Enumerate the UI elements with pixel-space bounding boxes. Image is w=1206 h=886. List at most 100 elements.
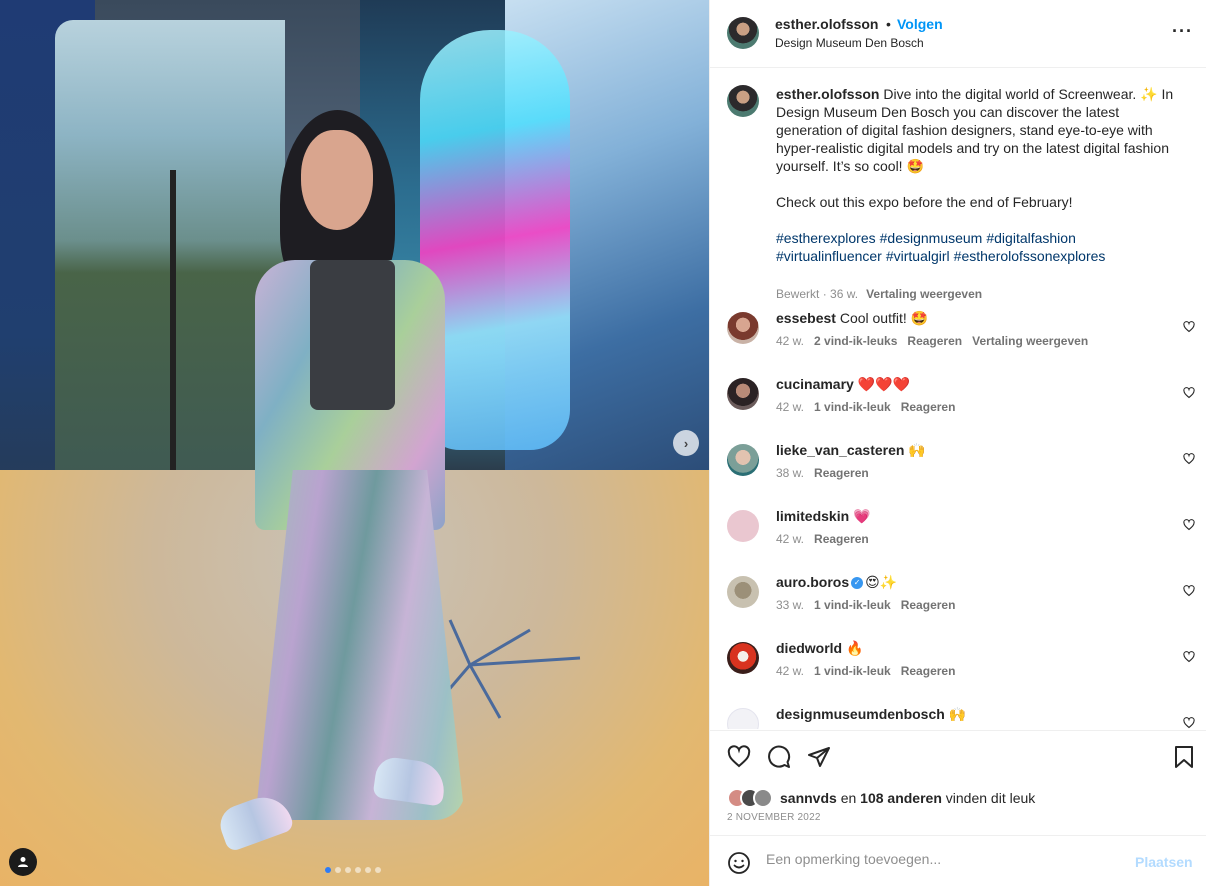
comment-input[interactable] (766, 851, 1126, 867)
comment-username[interactable]: auro.boros (776, 574, 849, 590)
author-username[interactable]: esther.olofsson (775, 16, 878, 32)
heart-icon[interactable] (1183, 717, 1195, 729)
more-options-button[interactable]: ··· (1172, 22, 1192, 44)
comment-avatar[interactable] (727, 378, 759, 410)
post-location[interactable]: Design Museum Den Bosch (775, 36, 924, 50)
comment-translate-link[interactable]: Vertaling weergeven (972, 334, 1088, 348)
comment-item: designmuseumdenbosch 🙌 (727, 706, 1197, 729)
heart-icon[interactable] (1183, 453, 1195, 465)
hashtag-link[interactable]: #designmuseum (880, 230, 983, 246)
likes-text: sannvds en 108 anderen vinden dit leuk (780, 790, 1035, 806)
smiley-icon[interactable] (727, 851, 751, 875)
chevron-right-icon: › (683, 435, 689, 451)
comment-text-row: limitedskin 💗 (776, 508, 870, 525)
follow-button[interactable]: Volgen (897, 16, 943, 32)
caption-text-block: esther.olofsson Dive into the digital wo… (776, 85, 1186, 211)
author-avatar[interactable] (727, 17, 759, 49)
comment-item: lieke_van_casteren 🙌 38 w. Reageren (727, 442, 1197, 492)
caption-translate-link[interactable]: Vertaling weergeven (866, 287, 982, 301)
bookmark-icon[interactable] (1173, 745, 1195, 769)
comment-text-row: diedworld 🔥 (776, 640, 863, 657)
post-media[interactable]: › (0, 0, 709, 886)
send-icon[interactable] (807, 745, 831, 769)
comments-list[interactable]: esther.olofsson Dive into the digital wo… (710, 69, 1206, 729)
hashtag-link[interactable]: #digitalfashion (986, 230, 1076, 246)
caption-username[interactable]: esther.olofsson (776, 86, 879, 102)
comment-avatar[interactable] (727, 576, 759, 608)
comment-text-row: auro.boros ✓ 😍✨ (776, 574, 897, 591)
heart-icon[interactable] (1183, 519, 1195, 531)
comment-text: Cool outfit! 🤩 (839, 310, 929, 326)
comment-reply-button[interactable]: Reageren (901, 400, 956, 414)
post-photo (0, 0, 709, 886)
likes-connector: en (840, 790, 857, 806)
add-comment-bar: Plaatsen (710, 835, 1206, 886)
likes-others-link[interactable]: 108 anderen (860, 790, 942, 806)
user-tag-button[interactable] (9, 848, 37, 876)
comment-age: 42 w. (776, 400, 805, 414)
heart-icon[interactable] (1183, 387, 1195, 399)
verified-badge-icon: ✓ (851, 577, 864, 590)
hashtag-link[interactable]: #virtualgirl (886, 248, 950, 264)
comment-likes-link[interactable]: 1 vind-ik-leuk (814, 400, 891, 414)
comment-avatar[interactable] (727, 642, 759, 674)
caption-text: Dive into the digital world of Screenwea… (776, 86, 1174, 210)
comment-meta: 38 w. Reageren (776, 466, 869, 480)
likes-suffix: vinden dit leuk (945, 790, 1036, 806)
comment-item: limitedskin 💗 42 w. Reageren (727, 508, 1197, 558)
comment-avatar[interactable] (727, 444, 759, 476)
comment-meta: 42 w. Reageren (776, 532, 869, 546)
comment-reply-button[interactable]: Reageren (814, 466, 869, 480)
heart-icon[interactable] (727, 745, 751, 769)
comment-reply-button[interactable]: Reageren (907, 334, 962, 348)
comment-likes-link[interactable]: 1 vind-ik-leuk (814, 598, 891, 612)
comment-reply-button[interactable]: Reageren (814, 532, 869, 546)
comment-item: diedworld 🔥 42 w. 1 vind-ik-leuk Reageren (727, 640, 1197, 690)
comment-username[interactable]: lieke_van_casteren (776, 442, 904, 458)
liker-username[interactable]: sannvds (780, 790, 837, 806)
heart-icon[interactable] (1183, 321, 1195, 333)
comment-avatar[interactable] (727, 510, 759, 542)
comment-age: 33 w. (776, 598, 805, 612)
comment-username[interactable]: cucinamary (776, 376, 854, 392)
comment-icon[interactable] (767, 745, 791, 769)
hashtag-link[interactable]: #estherexplores (776, 230, 876, 246)
carousel-dot (335, 867, 341, 873)
comment-text: 🙌 (908, 442, 926, 458)
carousel-next-button[interactable]: › (673, 430, 699, 456)
heart-icon[interactable] (1183, 651, 1195, 663)
comment-age: 42 w. (776, 532, 805, 546)
post-side-panel: esther.olofsson • Volgen Design Museum D… (709, 0, 1206, 886)
comment-item: auro.boros ✓ 😍✨ 33 w. 1 vind-ik-leuk Reagere… (727, 574, 1197, 624)
comment-age: 42 w. (776, 664, 805, 678)
hashtag-link[interactable]: #estherolofssonexplores (954, 248, 1106, 264)
photo-tripod (170, 170, 176, 470)
comment-likes-link[interactable]: 2 vind-ik-leuks (814, 334, 897, 348)
comment-username[interactable]: limitedskin (776, 508, 849, 524)
carousel-dot (345, 867, 351, 873)
post-actions: sannvds en 108 anderen vinden dit leuk 2… (710, 730, 1206, 835)
caption-avatar[interactable] (727, 85, 759, 117)
comment-avatar[interactable] (727, 708, 759, 729)
comment-likes-link[interactable]: 1 vind-ik-leuk (814, 664, 891, 678)
post-comment-button[interactable]: Plaatsen (1135, 854, 1193, 870)
caption-meta: Bewerkt · 36 w. Vertaling weergeven (776, 287, 983, 301)
comment-age: 38 w. (776, 466, 805, 480)
comment-reply-button[interactable]: Reageren (901, 664, 956, 678)
heart-icon[interactable] (1183, 585, 1195, 597)
comment-text: 🔥 (846, 640, 864, 656)
comment-text: 😍✨ (865, 574, 898, 590)
comment-username[interactable]: essebest (776, 310, 836, 326)
person-face (301, 130, 373, 230)
header-separator: • (886, 16, 891, 32)
comment-username[interactable]: diedworld (776, 640, 842, 656)
comment-avatar[interactable] (727, 312, 759, 344)
carousel-indicator (325, 867, 381, 873)
hashtag-link[interactable]: #virtualinfluencer (776, 248, 882, 264)
comment-item: essebest Cool outfit! 🤩 42 w. 2 vind-ik-l… (727, 310, 1197, 360)
photo-person (214, 110, 475, 870)
caption-edited: Bewerkt (776, 287, 820, 301)
comment-reply-button[interactable]: Reageren (901, 598, 956, 612)
caption-hashtags: #estherexplores #designmuseum #digitalfash… (776, 229, 1186, 265)
comment-username[interactable]: designmuseumdenbosch (776, 706, 945, 722)
